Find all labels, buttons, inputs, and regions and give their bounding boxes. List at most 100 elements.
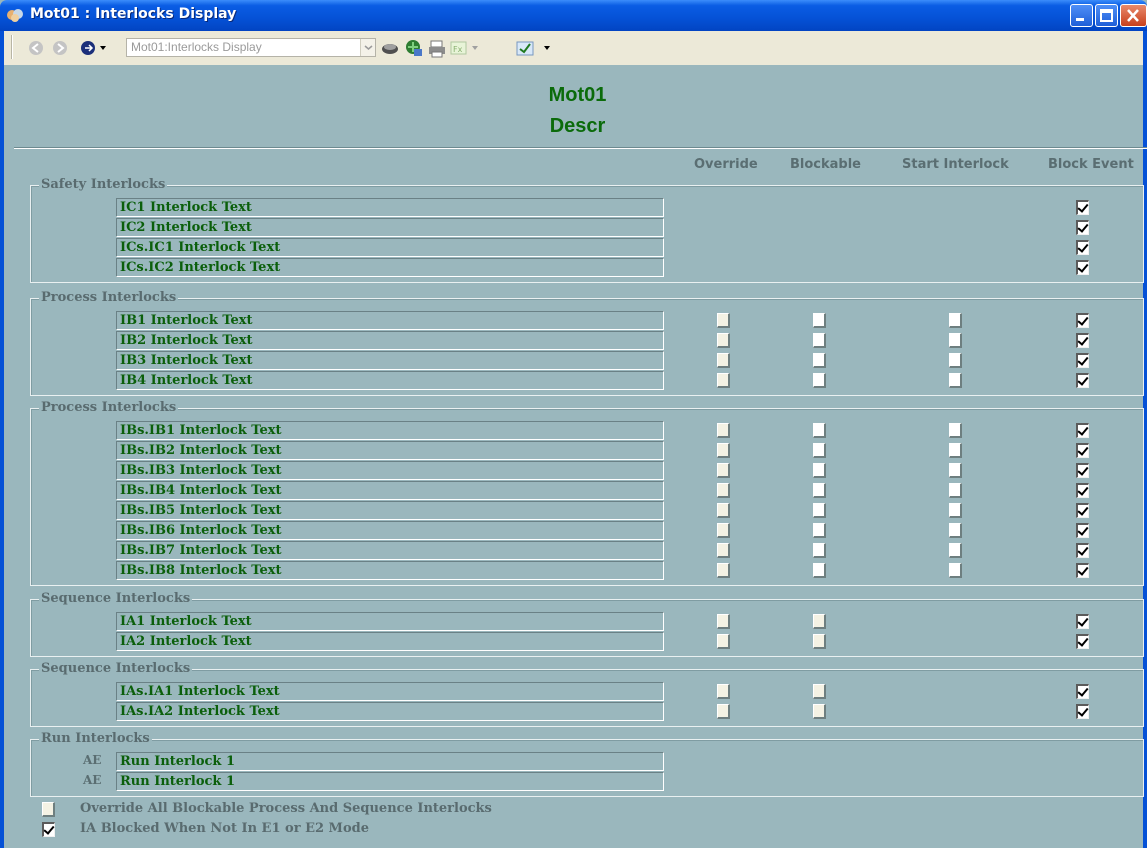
- group-label: Sequence Interlocks: [39, 591, 193, 607]
- blockable-checkbox[interactable]: [813, 443, 826, 458]
- address-dropdown-button[interactable]: [360, 39, 375, 56]
- fx-icon[interactable]: Fx: [450, 40, 484, 56]
- block-event-checkbox[interactable]: [1076, 423, 1089, 438]
- blockable-checkbox[interactable]: [813, 463, 826, 478]
- override-checkbox[interactable]: [717, 333, 730, 348]
- minimize-button[interactable]: [1070, 4, 1093, 27]
- override-checkbox[interactable]: [717, 614, 730, 629]
- blockable-checkbox[interactable]: [813, 423, 826, 438]
- interlock-text: IBs.IB7 Interlock Text: [116, 541, 664, 560]
- block-event-checkbox[interactable]: [1076, 523, 1089, 538]
- address-field[interactable]: Mot01:Interlocks Display: [126, 38, 376, 57]
- override-checkbox[interactable]: [717, 503, 730, 518]
- interlock-text: ICs.IC1 Interlock Text: [116, 238, 664, 257]
- blockable-checkbox[interactable]: [813, 483, 826, 498]
- blockable-checkbox[interactable]: [813, 313, 826, 328]
- override-all-checkbox[interactable]: [42, 802, 55, 817]
- override-checkbox[interactable]: [717, 463, 730, 478]
- ia-blocked-checkbox[interactable]: [42, 822, 55, 837]
- override-checkbox[interactable]: [717, 563, 730, 578]
- start-interlock-checkbox[interactable]: [949, 313, 962, 328]
- start-interlock-checkbox[interactable]: [949, 353, 962, 368]
- interlock-group: Process Interlocks IBs.IB1 Interlock Text…: [30, 400, 1144, 586]
- override-checkbox[interactable]: [717, 443, 730, 458]
- maximize-button[interactable]: [1095, 4, 1118, 27]
- block-event-checkbox[interactable]: [1076, 313, 1089, 328]
- interlock-text: IBs.IB8 Interlock Text: [116, 561, 664, 580]
- start-interlock-checkbox[interactable]: [949, 483, 962, 498]
- override-checkbox[interactable]: [717, 634, 730, 649]
- interlocks-panel: Mot01 Descr Override Blockable Start Int…: [0, 65, 1147, 848]
- interlock-text: Run Interlock 1: [116, 752, 664, 771]
- blockable-checkbox[interactable]: [813, 704, 826, 719]
- chevron-down-icon: [364, 45, 373, 50]
- title-bar: Mot01 : Interlocks Display: [0, 0, 1147, 31]
- display-options-icon[interactable]: [516, 40, 560, 58]
- override-checkbox[interactable]: [717, 684, 730, 699]
- back-icon[interactable]: [28, 40, 44, 56]
- interlock-text: ICs.IC2 Interlock Text: [116, 258, 664, 277]
- block-event-checkbox[interactable]: [1076, 483, 1089, 498]
- override-checkbox[interactable]: [717, 543, 730, 558]
- override-checkbox[interactable]: [717, 373, 730, 388]
- override-checkbox[interactable]: [717, 423, 730, 438]
- start-interlock-checkbox[interactable]: [949, 423, 962, 438]
- block-event-checkbox[interactable]: [1076, 260, 1089, 275]
- interlock-text: IB1 Interlock Text: [116, 311, 664, 330]
- blockable-checkbox[interactable]: [813, 503, 826, 518]
- block-event-checkbox[interactable]: [1076, 353, 1089, 368]
- block-event-checkbox[interactable]: [1076, 240, 1089, 255]
- minimize-icon: [1076, 18, 1084, 21]
- block-event-checkbox[interactable]: [1076, 634, 1089, 649]
- blockable-checkbox[interactable]: [813, 353, 826, 368]
- block-event-checkbox[interactable]: [1076, 373, 1089, 388]
- start-interlock-checkbox[interactable]: [949, 333, 962, 348]
- interlock-group: Safety Interlocks IC1 Interlock Text IC2 I…: [30, 177, 1144, 283]
- blockable-checkbox[interactable]: [813, 563, 826, 578]
- block-event-checkbox[interactable]: [1076, 684, 1089, 699]
- start-interlock-checkbox[interactable]: [949, 563, 962, 578]
- blockable-checkbox[interactable]: [813, 634, 826, 649]
- block-event-checkbox[interactable]: [1076, 614, 1089, 629]
- block-event-checkbox[interactable]: [1076, 704, 1089, 719]
- block-event-checkbox[interactable]: [1076, 200, 1089, 215]
- block-event-checkbox[interactable]: [1076, 443, 1089, 458]
- close-button[interactable]: [1120, 4, 1147, 27]
- column-header-block-event: Block Event: [1048, 157, 1134, 172]
- navigate-icon[interactable]: [80, 40, 112, 56]
- column-header-blockable: Blockable: [790, 157, 861, 172]
- network-icon[interactable]: [404, 38, 424, 58]
- override-checkbox[interactable]: [717, 353, 730, 368]
- column-header-override: Override: [694, 157, 758, 172]
- blockable-checkbox[interactable]: [813, 373, 826, 388]
- start-interlock-checkbox[interactable]: [949, 463, 962, 478]
- interlock-row: IB2 Interlock Text: [116, 331, 1126, 351]
- interlock-row: IB3 Interlock Text: [116, 351, 1126, 371]
- start-interlock-checkbox[interactable]: [949, 523, 962, 538]
- block-event-checkbox[interactable]: [1076, 463, 1089, 478]
- forward-icon[interactable]: [52, 40, 68, 56]
- start-interlock-checkbox[interactable]: [949, 543, 962, 558]
- start-interlock-checkbox[interactable]: [949, 373, 962, 388]
- start-interlock-checkbox[interactable]: [949, 443, 962, 458]
- interlock-text: IBs.IB2 Interlock Text: [116, 441, 664, 460]
- blockable-checkbox[interactable]: [813, 614, 826, 629]
- block-event-checkbox[interactable]: [1076, 333, 1089, 348]
- start-interlock-checkbox[interactable]: [949, 503, 962, 518]
- override-checkbox[interactable]: [717, 523, 730, 538]
- override-checkbox[interactable]: [717, 313, 730, 328]
- blockable-checkbox[interactable]: [813, 523, 826, 538]
- override-checkbox[interactable]: [717, 483, 730, 498]
- print-icon[interactable]: [428, 40, 446, 58]
- block-event-checkbox[interactable]: [1076, 220, 1089, 235]
- block-event-checkbox[interactable]: [1076, 503, 1089, 518]
- block-event-checkbox[interactable]: [1076, 543, 1089, 558]
- interlock-text: IB3 Interlock Text: [116, 351, 664, 370]
- override-checkbox[interactable]: [717, 704, 730, 719]
- interlock-text: Run Interlock 1: [116, 772, 664, 791]
- blockable-checkbox[interactable]: [813, 543, 826, 558]
- blockable-checkbox[interactable]: [813, 684, 826, 699]
- blockable-checkbox[interactable]: [813, 333, 826, 348]
- block-event-checkbox[interactable]: [1076, 563, 1089, 578]
- library-icon[interactable]: [381, 40, 399, 56]
